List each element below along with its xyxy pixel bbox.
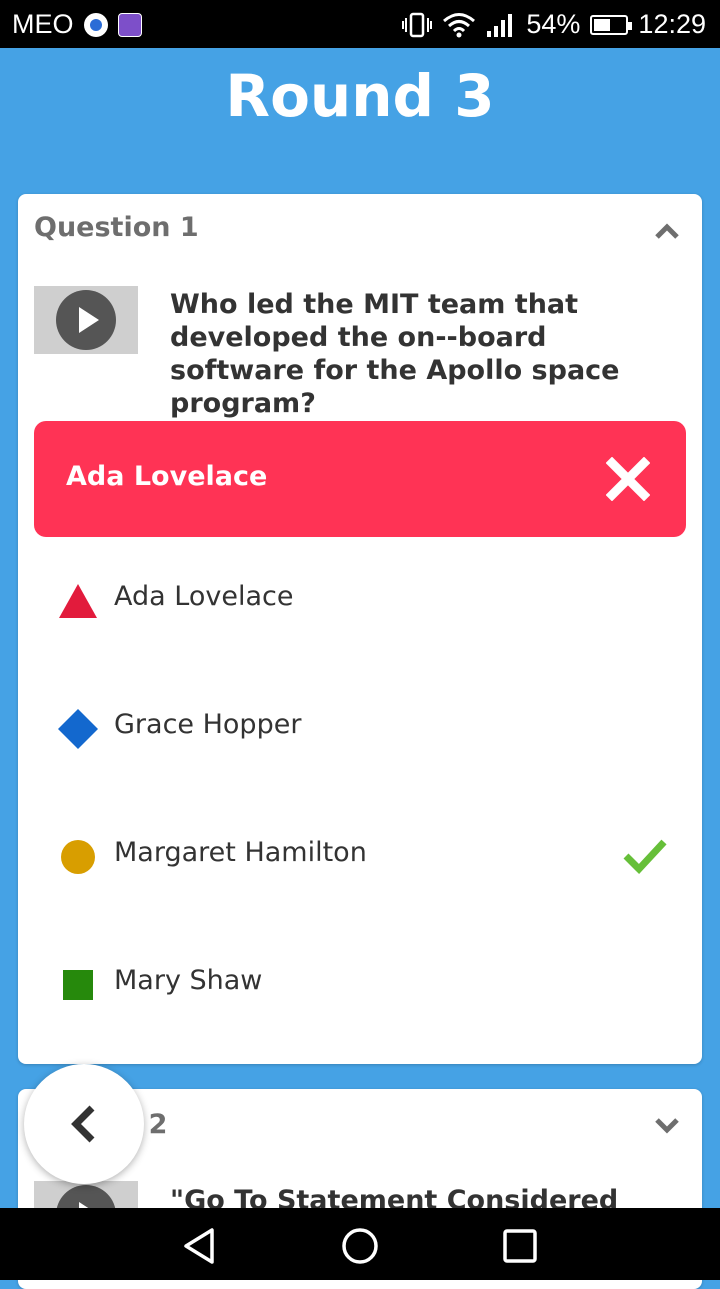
answer-option-4: Mary Shaw bbox=[18, 945, 702, 1025]
chevron-left-icon bbox=[71, 1105, 95, 1143]
answer-option-label: Mary Shaw bbox=[114, 965, 263, 996]
answer-option-label: Margaret Hamilton bbox=[114, 837, 367, 868]
answer-option-label: Grace Hopper bbox=[114, 709, 302, 740]
image-notification-icon bbox=[117, 12, 142, 37]
app-notification-icon bbox=[83, 12, 108, 37]
answer-option-2: Grace Hopper bbox=[18, 689, 702, 769]
triangle-icon bbox=[59, 584, 97, 618]
chevron-up-icon[interactable] bbox=[654, 218, 680, 244]
checkmark-icon bbox=[623, 839, 667, 875]
wifi-icon bbox=[443, 12, 476, 37]
circle-icon bbox=[61, 840, 95, 874]
clock: 12:29 bbox=[638, 9, 706, 39]
answer-option-label: Ada Lovelace bbox=[114, 581, 294, 612]
status-bar: MEO 54% 12:29 bbox=[0, 0, 720, 48]
square-icon bbox=[63, 970, 93, 1000]
selected-answer-label: Ada Lovelace bbox=[66, 461, 268, 492]
diamond-icon bbox=[58, 709, 98, 749]
battery-icon bbox=[590, 14, 633, 35]
question-card-1: Question 1 Who led the MIT team that dev… bbox=[18, 194, 702, 1064]
nav-recents-icon[interactable] bbox=[500, 1226, 540, 1266]
chevron-down-icon[interactable] bbox=[654, 1113, 680, 1139]
page-title: Round 3 bbox=[225, 62, 495, 130]
battery-percent: 54% bbox=[526, 9, 581, 39]
question-label: Question 1 bbox=[34, 212, 199, 243]
answer-option-3: Margaret Hamilton bbox=[18, 817, 702, 897]
carrier-label: MEO bbox=[12, 9, 74, 39]
vibrate-icon bbox=[402, 12, 433, 37]
signal-icon bbox=[487, 13, 513, 37]
selected-answer-banner: Ada Lovelace bbox=[34, 421, 686, 537]
question-media-thumbnail[interactable] bbox=[34, 286, 138, 354]
nav-back-icon[interactable] bbox=[180, 1226, 220, 1266]
play-icon[interactable] bbox=[56, 290, 116, 350]
answer-option-1: Ada Lovelace bbox=[18, 561, 702, 641]
nav-home-icon[interactable] bbox=[340, 1226, 380, 1266]
close-icon bbox=[606, 457, 650, 501]
back-button[interactable] bbox=[24, 1064, 144, 1184]
question-text: Who led the MIT team that developed the … bbox=[170, 289, 620, 419]
navigation-bar bbox=[0, 1208, 720, 1280]
